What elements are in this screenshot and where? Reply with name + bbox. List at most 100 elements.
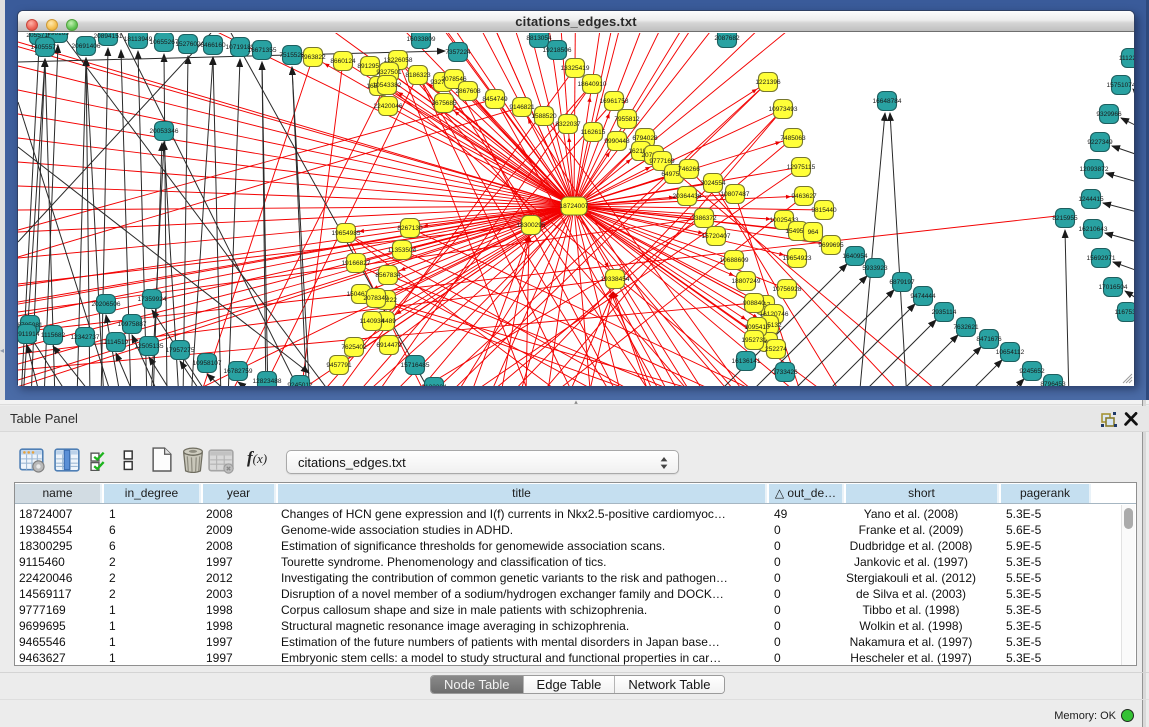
svg-text:11353504: 11353504: [388, 247, 417, 254]
svg-text:6794028: 6794028: [632, 135, 658, 142]
svg-text:13325419: 13325419: [561, 65, 590, 72]
svg-text:16671355: 16671355: [248, 47, 277, 54]
svg-text:10973493: 10973493: [769, 106, 798, 113]
svg-text:8186323: 8186323: [405, 72, 431, 79]
svg-text:9245652: 9245652: [1019, 368, 1045, 375]
svg-text:8813054: 8813054: [526, 35, 552, 42]
svg-text:9463627: 9463627: [791, 193, 817, 200]
svg-text:6466160: 6466160: [200, 42, 226, 49]
svg-text:15692971: 15692971: [1087, 255, 1116, 262]
svg-text:8454749: 8454749: [482, 96, 508, 103]
svg-text:8660124: 8660124: [330, 58, 356, 65]
svg-text:10807487: 10807487: [721, 191, 750, 198]
svg-text:7386372: 7386372: [691, 215, 717, 222]
svg-text:16782759: 16782759: [224, 368, 253, 375]
svg-text:16961758: 16961758: [600, 98, 629, 105]
svg-text:8796453: 8796453: [1040, 381, 1066, 386]
svg-text:12823488: 12823488: [253, 378, 282, 385]
svg-text:8471676: 8471676: [976, 336, 1002, 343]
svg-text:1221396: 1221396: [755, 79, 781, 86]
svg-text:10654112: 10654112: [996, 349, 1025, 356]
svg-text:15716485: 15716485: [401, 362, 430, 369]
svg-text:20691406: 20691406: [72, 43, 101, 50]
svg-text:16033809: 16033809: [407, 36, 436, 43]
svg-text:18640910: 18640910: [578, 81, 607, 88]
svg-text:17016504: 17016504: [1099, 284, 1128, 291]
svg-text:18724007: 18724007: [560, 203, 589, 210]
svg-text:9457791: 9457791: [326, 362, 352, 369]
svg-text:9227349: 9227349: [1087, 139, 1113, 146]
svg-text:1733426: 1733426: [772, 369, 798, 376]
svg-text:15720407: 15720407: [702, 233, 731, 240]
svg-text:6879197: 6879197: [889, 279, 915, 286]
svg-text:9474444: 9474444: [910, 293, 936, 300]
svg-text:12505135: 12505135: [135, 343, 164, 350]
svg-text:12093872: 12093872: [1080, 166, 1109, 173]
svg-text:10756928: 10756928: [773, 286, 802, 293]
svg-text:9815440: 9815440: [811, 207, 837, 214]
svg-text:18113949: 18113949: [124, 36, 153, 43]
svg-text:9699695: 9699695: [818, 242, 844, 249]
svg-text:6914479: 6914479: [376, 342, 402, 349]
svg-text:3024554: 3024554: [700, 180, 726, 187]
svg-text:1952731: 1952731: [741, 337, 767, 344]
svg-text:10975887: 10975887: [118, 321, 147, 328]
svg-text:252274: 252274: [765, 346, 787, 353]
svg-text:7485063: 7485063: [780, 135, 806, 142]
svg-text:3675685: 3675685: [431, 100, 457, 107]
svg-text:8567834: 8567834: [375, 272, 401, 279]
svg-text:9146821: 9146821: [509, 104, 535, 111]
svg-text:18300295: 18300295: [517, 222, 546, 229]
svg-text:16648784: 16648784: [873, 98, 902, 105]
svg-text:996163: 996163: [47, 33, 69, 37]
svg-text:15751074: 15751074: [1107, 82, 1134, 89]
svg-text:8267130: 8267130: [397, 225, 423, 232]
svg-text:8133304: 8133304: [421, 384, 447, 386]
svg-text:19654985: 19654985: [332, 230, 361, 237]
svg-text:1114519: 1114519: [104, 339, 129, 346]
svg-text:1162615: 1162615: [581, 129, 606, 136]
svg-text:9245012: 9245012: [287, 382, 313, 386]
svg-text:1140934: 1140934: [360, 318, 385, 325]
svg-text:3911914: 3911914: [18, 331, 40, 338]
svg-text:17359924: 17359924: [138, 296, 167, 303]
svg-text:2935114: 2935114: [932, 309, 957, 316]
svg-text:1115682: 1115682: [41, 332, 66, 339]
svg-text:746266: 746266: [678, 166, 700, 173]
svg-text:16210643: 16210643: [1079, 226, 1108, 233]
svg-text:7625402: 7625402: [341, 344, 367, 351]
svg-text:2867608: 2867608: [455, 88, 481, 95]
svg-text:17957275: 17957275: [166, 347, 195, 354]
svg-text:1527602: 1527602: [175, 41, 201, 48]
svg-text:20364436: 20364436: [673, 193, 702, 200]
svg-text:14055571: 14055571: [31, 44, 60, 51]
svg-text:19654923: 19654923: [783, 255, 812, 262]
svg-text:7955812: 7955812: [614, 116, 640, 123]
svg-text:8215955: 8215955: [1052, 215, 1078, 222]
svg-text:1167531: 1167531: [1115, 309, 1134, 316]
svg-text:9990448: 9990448: [604, 138, 630, 145]
svg-text:12342737: 12342737: [71, 334, 100, 341]
svg-text:8322037: 8322037: [555, 121, 581, 128]
svg-text:908840: 908840: [743, 300, 765, 307]
svg-text:9329966: 9329966: [1096, 111, 1122, 118]
svg-text:19338454: 19338454: [601, 276, 630, 283]
svg-text:19218506: 19218506: [543, 47, 572, 54]
svg-text:5933923: 5933923: [862, 265, 888, 272]
svg-text:964: 964: [808, 229, 819, 236]
svg-text:10543382: 10543382: [373, 82, 402, 89]
svg-text:2078349: 2078349: [363, 295, 389, 302]
svg-text:20053346: 20053346: [150, 128, 179, 135]
svg-text:10688609: 10688609: [720, 257, 749, 264]
svg-text:12975115: 12975115: [787, 164, 816, 171]
svg-text:1640954: 1640954: [842, 253, 868, 260]
svg-text:7963822: 7963822: [300, 54, 326, 61]
svg-text:7357224: 7357224: [445, 49, 471, 56]
svg-text:20206506: 20206506: [92, 301, 121, 308]
svg-text:7632621: 7632621: [953, 324, 979, 331]
svg-text:1244415: 1244415: [1078, 196, 1104, 203]
svg-text:22420046: 22420046: [374, 103, 403, 110]
svg-text:19166827: 19166827: [342, 260, 371, 267]
svg-text:20894151: 20894151: [94, 33, 123, 40]
svg-text:16136141: 16136141: [732, 358, 761, 365]
